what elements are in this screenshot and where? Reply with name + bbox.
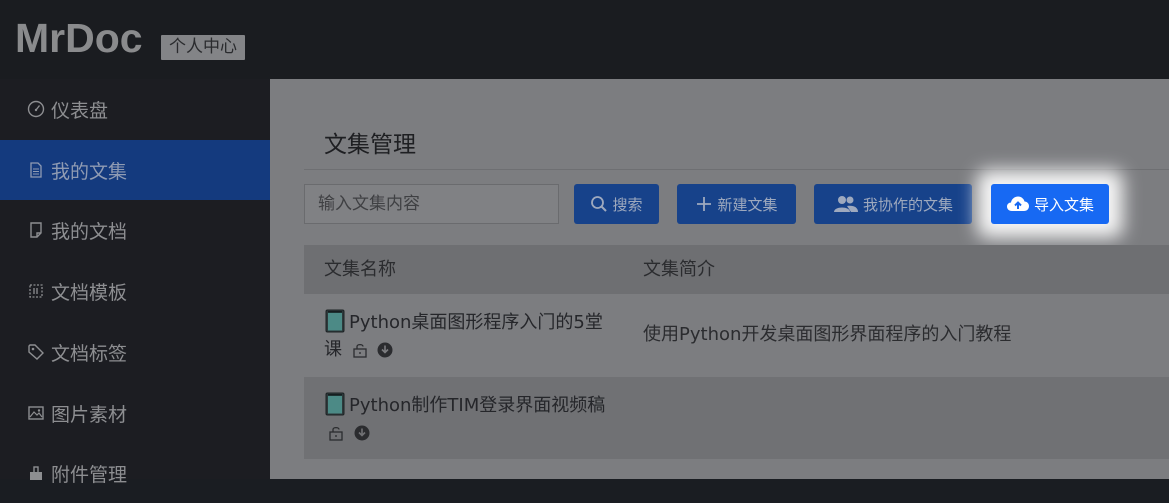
book-icon: [325, 309, 345, 333]
sidebar-item-label: 附件管理: [51, 463, 128, 486]
sidebar-item-label: 仪表盘: [51, 99, 109, 122]
sidebar-item-dashboard[interactable]: 仪表盘: [0, 79, 270, 139]
attachment-icon: [26, 463, 46, 483]
sidebar-item-templates[interactable]: 文档模板: [0, 261, 270, 321]
tag-icon: [26, 342, 46, 362]
page-title: 文集管理: [324, 132, 416, 158]
plus-icon: [697, 197, 712, 211]
unlock-icon: [353, 343, 367, 358]
sidebar-item-images[interactable]: 图片素材: [0, 383, 270, 443]
sidebar-item-label: 文档标签: [51, 342, 128, 365]
table-row: Python桌面图形程序入门的5堂课 使用Python开发桌面图形界面程序的入门…: [304, 294, 1169, 376]
download-icon[interactable]: [354, 425, 370, 441]
new-collection-label: 新建文集: [717, 195, 778, 214]
sidebar: 仪表盘 我的文集 我的文档 文档模板 文档标签 图片素材 附件管理: [0, 79, 270, 486]
collab-collections-button[interactable]: 我协作的文集: [814, 184, 972, 224]
import-collection-label: 导入文集: [1033, 195, 1094, 214]
file-icon: [26, 220, 46, 240]
top-header: MrDoc 个人中心: [0, 0, 1169, 79]
divider: [304, 169, 1169, 170]
users-icon: [833, 196, 858, 212]
main-content: 文集管理 搜索 新建文集 我协作的文集 导入文集 文集名称 文集简介 Pytho…: [270, 79, 1169, 479]
cloud-upload-icon: [1006, 196, 1029, 211]
sidebar-item-tags[interactable]: 文档标签: [0, 322, 270, 382]
search-icon: [591, 196, 608, 212]
collection-name-link[interactable]: Python制作TIM登录界面视频稿: [349, 395, 605, 416]
document-icon: [26, 160, 46, 180]
sidebar-item-label: 文档模板: [51, 281, 128, 304]
new-collection-button[interactable]: 新建文集: [677, 184, 796, 224]
sidebar-item-my-docs[interactable]: 我的文档: [0, 200, 270, 260]
table-header: 文集名称 文集简介: [304, 245, 1169, 294]
image-icon: [26, 403, 46, 423]
collection-name-cell: Python制作TIM登录界面视频稿: [324, 392, 614, 446]
sidebar-item-label: 图片素材: [51, 403, 128, 426]
user-center-badge: 个人中心: [161, 35, 245, 60]
table-row: Python制作TIM登录界面视频稿: [304, 377, 1169, 459]
download-icon[interactable]: [377, 342, 393, 358]
collection-desc-cell: 使用Python开发桌面图形界面程序的入门教程: [643, 324, 1012, 345]
search-button[interactable]: 搜索: [574, 184, 659, 224]
template-icon: [26, 281, 46, 301]
collection-name-cell: Python桌面图形程序入门的5堂课: [324, 309, 614, 363]
column-header-desc: 文集简介: [643, 259, 715, 280]
search-button-label: 搜索: [612, 195, 643, 214]
import-collection-button[interactable]: 导入文集: [991, 184, 1109, 224]
app-logo[interactable]: MrDoc: [15, 14, 143, 62]
sidebar-item-label: 我的文集: [51, 160, 128, 183]
unlock-icon: [329, 426, 343, 441]
column-header-name: 文集名称: [324, 259, 396, 280]
sidebar-item-my-collections[interactable]: 我的文集: [0, 140, 270, 200]
sidebar-item-label: 我的文档: [51, 220, 128, 243]
dashboard-icon: [26, 99, 46, 119]
book-icon: [325, 392, 345, 416]
collab-collections-label: 我协作的文集: [862, 195, 953, 214]
sidebar-item-attachments[interactable]: 附件管理: [0, 443, 270, 503]
search-input[interactable]: [304, 184, 559, 224]
